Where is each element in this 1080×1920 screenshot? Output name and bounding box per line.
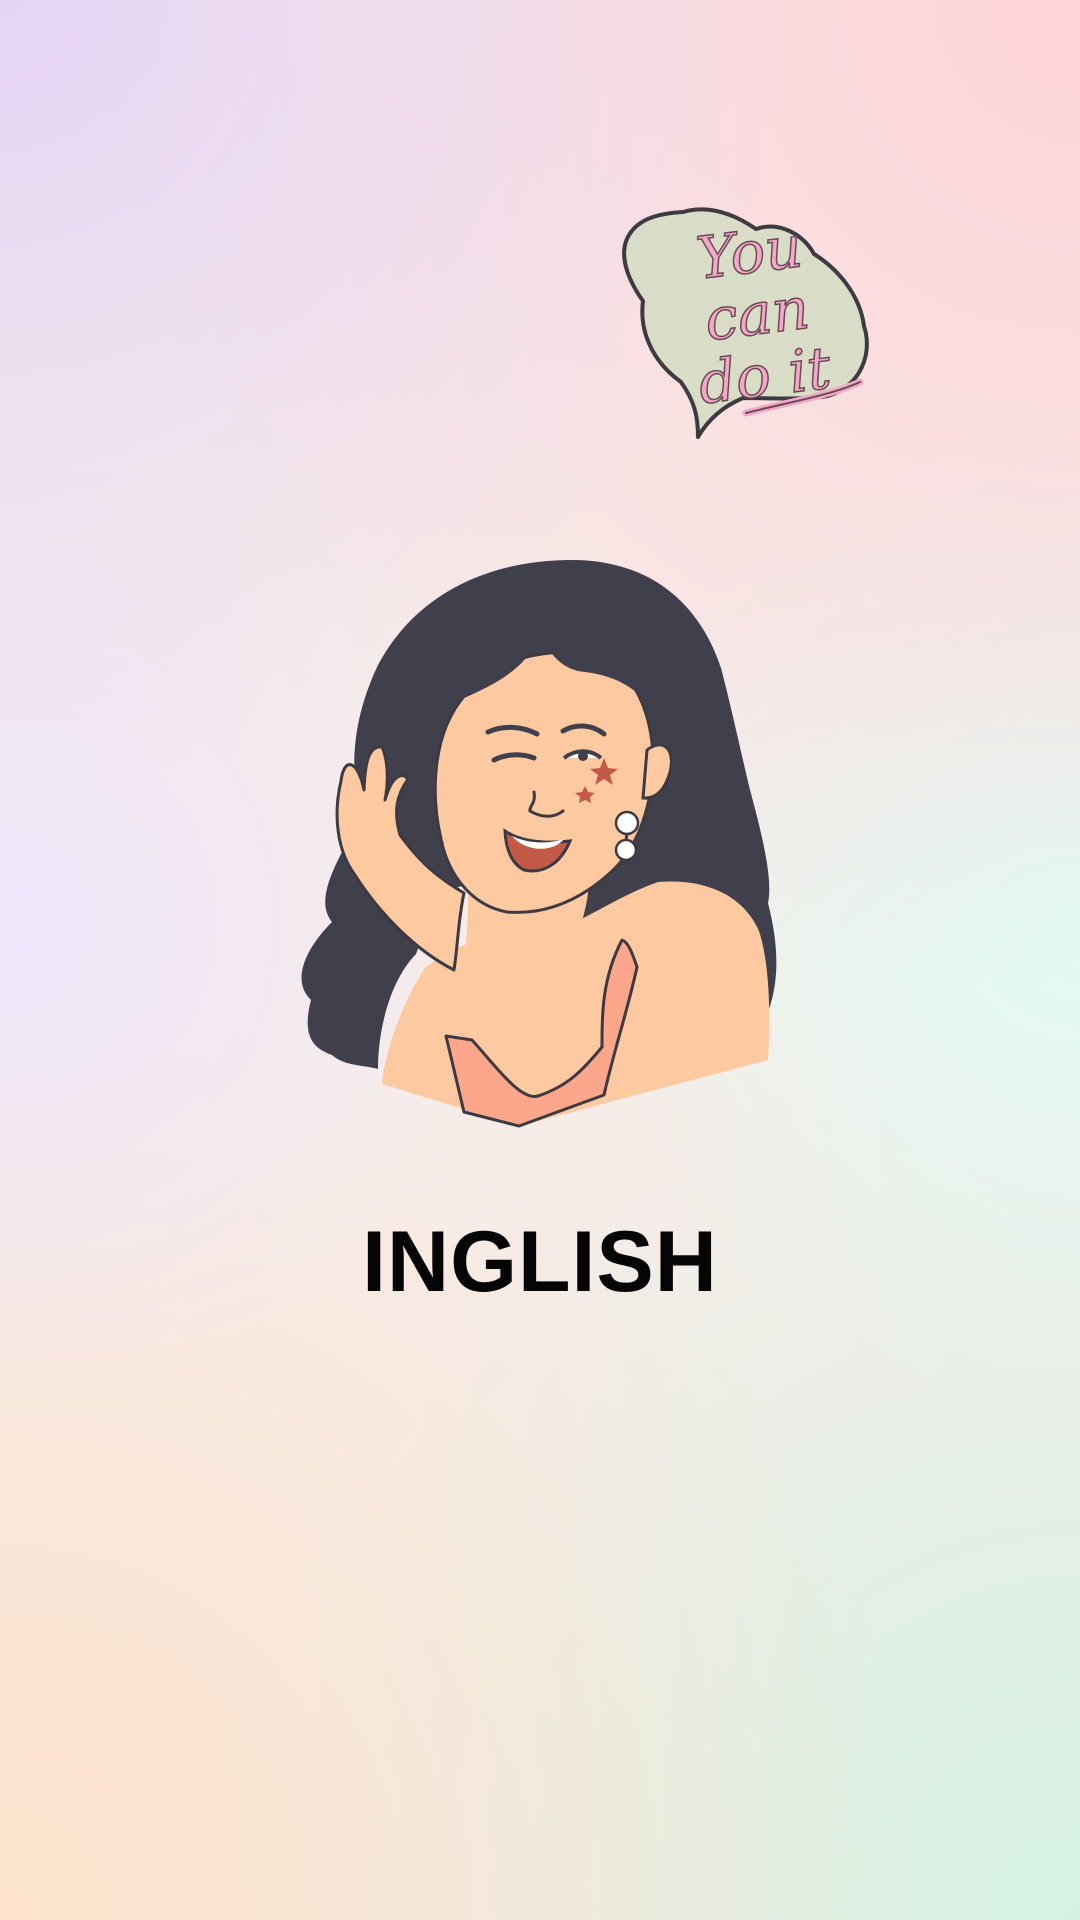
splash-screen: You can do it INGLISH bbox=[0, 0, 1080, 1920]
app-title: INGLISH bbox=[362, 1214, 718, 1310]
speech-bubble-icon bbox=[622, 207, 869, 439]
earring-icon bbox=[614, 810, 640, 836]
you-can-do-it-sticker: You can do it bbox=[620, 205, 890, 505]
smiling-woman-illustration bbox=[301, 560, 777, 1128]
